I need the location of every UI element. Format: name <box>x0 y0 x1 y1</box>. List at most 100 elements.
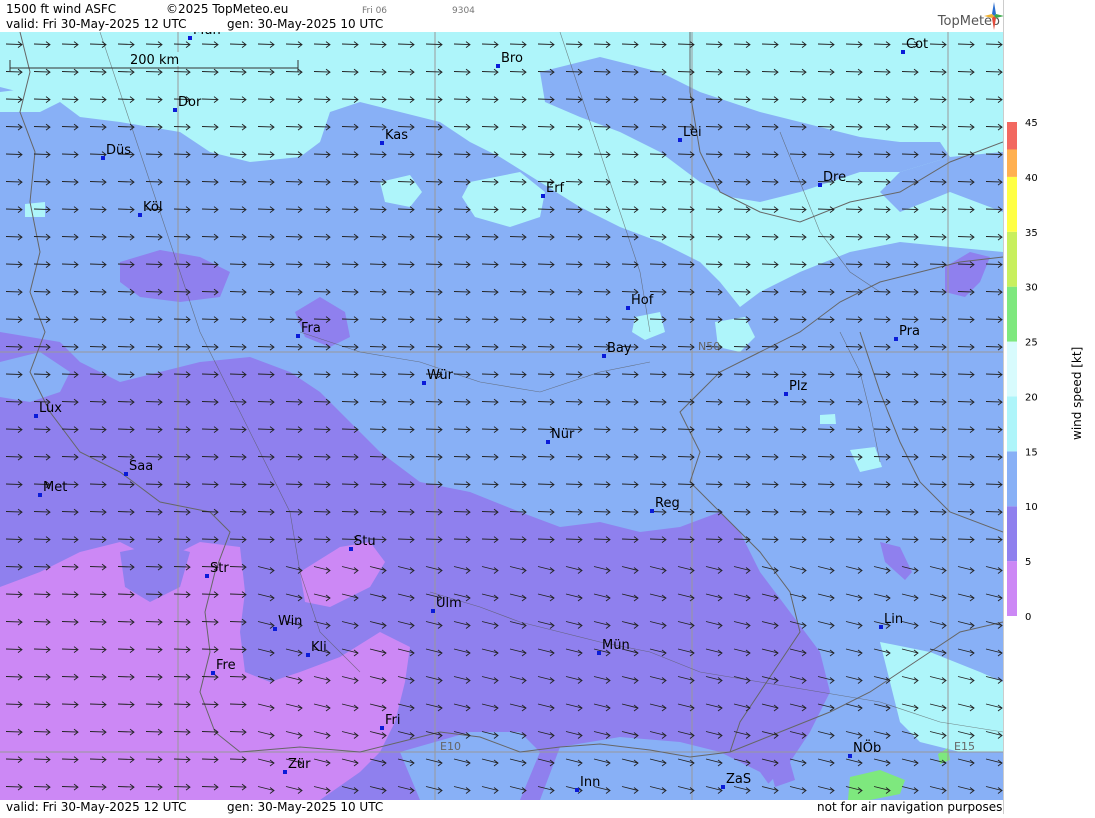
footer-valid-time: valid: Fri 30-May-2025 12 UTC <box>6 800 187 814</box>
legend-tick-label: 15 <box>1025 447 1038 458</box>
city-marker <box>626 306 630 310</box>
city-label: Win <box>278 614 302 629</box>
city-marker <box>575 788 579 792</box>
legend-swatch <box>1007 286 1017 342</box>
footer-generated-time: gen: 30-May-2025 10 UTC <box>227 800 384 814</box>
legend-tick-label: 5 <box>1025 557 1031 568</box>
legend-swatch <box>1007 122 1017 150</box>
city-marker <box>848 754 852 758</box>
run-code: 9304 <box>452 6 475 16</box>
legend-tick-label: 25 <box>1025 338 1038 349</box>
city-label: Bay <box>607 341 632 356</box>
city-marker <box>546 440 550 444</box>
city-label: Reg <box>655 496 680 511</box>
legend-swatch <box>1007 451 1017 507</box>
wind-zone-15-20-small <box>820 414 836 424</box>
city-marker <box>173 108 177 112</box>
city-label: Kli <box>311 640 327 655</box>
city-marker <box>602 354 606 358</box>
city-label: NÖb <box>853 739 881 756</box>
legend-ticks: 0 5 10 15 20 25 30 35 40 45 <box>1025 118 1038 623</box>
city-marker <box>431 609 435 613</box>
city-label: Wür <box>427 368 454 383</box>
valid-time: valid: Fri 30-May-2025 12 UTC <box>6 17 187 31</box>
city-label: Fre <box>216 658 236 673</box>
scale-label: 200 km <box>130 53 179 68</box>
city-marker <box>894 337 898 341</box>
city-label: Dor <box>178 95 202 110</box>
city-marker <box>101 156 105 160</box>
legend-swatch <box>1007 341 1017 397</box>
grid-label-e15: E15 <box>954 740 975 753</box>
city-label: Met <box>43 480 67 495</box>
grid-label-n50: N50 <box>698 340 720 353</box>
city-label: Saa <box>129 459 153 474</box>
disclaimer-text: not for air navigation purposes <box>817 800 1003 814</box>
city-label: Cot <box>906 37 928 52</box>
city-marker <box>138 213 142 217</box>
city-label: Fri <box>385 713 401 728</box>
city-label: Lin <box>884 612 903 627</box>
city-marker <box>273 627 277 631</box>
city-marker <box>901 50 905 54</box>
city-marker <box>306 653 310 657</box>
wind-map: 200 km N50 E10 E15 Mün Bro Cot Dor Kas Lei Düs… <box>0 32 1003 800</box>
city-marker <box>422 381 426 385</box>
city-label: Pra <box>899 324 920 339</box>
compass-star-icon <box>984 2 1004 34</box>
legend-tick-label: 40 <box>1025 173 1038 184</box>
city-label: Köl <box>143 200 162 215</box>
city-marker <box>380 141 384 145</box>
city-marker <box>678 138 682 142</box>
city-label: Mün <box>193 32 221 38</box>
city-marker <box>188 36 192 40</box>
legend-tick-label: 45 <box>1025 118 1038 129</box>
city-marker <box>211 671 215 675</box>
city-marker <box>541 194 545 198</box>
city-label: Hof <box>631 293 654 308</box>
city-label: Zür <box>288 757 311 772</box>
city-marker <box>296 334 300 338</box>
city-marker <box>124 472 128 476</box>
wind-speed-legend: 0 5 10 15 20 25 30 35 40 45 wind speed [kt] <box>1002 0 1095 814</box>
city-label: ZaS <box>726 772 751 787</box>
day-code: Fri 06 <box>362 6 388 16</box>
legend-swatch <box>1007 561 1017 616</box>
city-label: Dre <box>823 170 846 185</box>
city-marker <box>380 726 384 730</box>
grid-label-e10: E10 <box>440 740 461 753</box>
city-marker <box>597 651 601 655</box>
city-marker <box>650 509 654 513</box>
city-label: Lux <box>39 401 62 416</box>
city-label: Ulm <box>436 596 462 611</box>
legend-swatch <box>1007 231 1017 287</box>
legend-tick-label: 20 <box>1025 392 1038 403</box>
legend-swatch <box>1007 506 1017 562</box>
city-marker <box>721 785 725 789</box>
city-marker <box>879 625 883 629</box>
city-label: Mün <box>602 638 630 653</box>
city-label: Str <box>210 561 229 576</box>
city-label: Plz <box>789 379 807 394</box>
city-label: Nür <box>551 427 575 442</box>
city-marker <box>784 392 788 396</box>
city-label: Kas <box>385 128 408 143</box>
legend-tick-label: 30 <box>1025 283 1038 294</box>
legend-tick-label: 10 <box>1025 502 1038 513</box>
city-label: Fra <box>301 321 321 336</box>
city-label: Lei <box>683 125 702 140</box>
city-label: Stu <box>354 534 376 549</box>
city-marker <box>283 770 287 774</box>
city-label: Bro <box>501 51 523 66</box>
legend-title: wind speed [kt] <box>1070 347 1084 440</box>
wind-map-svg: 200 km N50 E10 E15 Mün Bro Cot Dor Kas Lei Düs… <box>0 32 1003 800</box>
legend-tick-label: 0 <box>1025 612 1031 623</box>
city-marker <box>205 574 209 578</box>
map-title: 1500 ft wind ASFC <box>6 2 117 16</box>
city-marker <box>34 414 38 418</box>
city-marker <box>818 183 822 187</box>
city-label: Inn <box>580 775 600 790</box>
city-marker <box>349 547 353 551</box>
city-label: Erf <box>546 181 565 196</box>
generated-time: gen: 30-May-2025 10 UTC <box>227 17 384 31</box>
